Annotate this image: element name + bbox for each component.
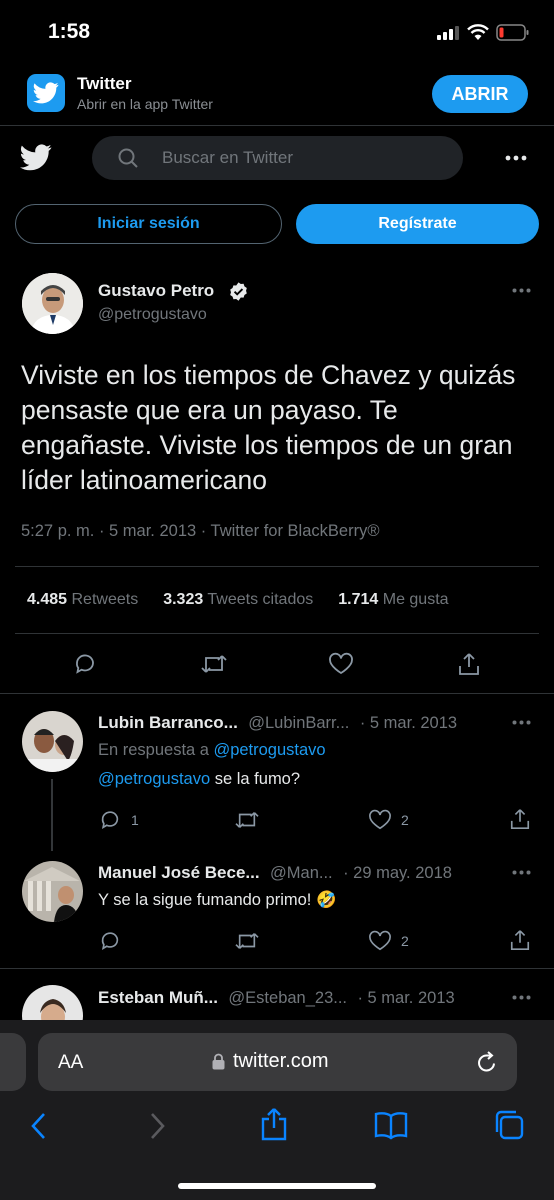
reply-to-link[interactable]: @petrogustavo (213, 741, 325, 759)
reply-avatar[interactable] (22, 861, 83, 922)
previous-tab[interactable] (0, 1033, 26, 1091)
share-sheet-icon[interactable] (259, 1106, 289, 1142)
stat-value: 3.323 (163, 591, 204, 608)
tabs-icon[interactable] (493, 1109, 525, 1141)
open-app-button[interactable]: ABRIR (432, 75, 528, 113)
like-icon[interactable] (368, 930, 392, 952)
search-icon (118, 148, 138, 168)
reply-date[interactable]: · 29 may. 2018 (343, 864, 452, 882)
divider (15, 566, 539, 567)
divider (0, 693, 554, 694)
author-avatar[interactable] (22, 273, 83, 334)
stat-retweets[interactable]: 4.485 Retweets (27, 591, 138, 609)
author-handle[interactable]: @petrogustavo (98, 306, 207, 324)
signup-button[interactable]: Regístrate (296, 204, 539, 244)
reply-text: Y se la sigue fumando primo! 🤣 (98, 891, 337, 909)
divider (15, 633, 539, 634)
signal-icon (437, 26, 459, 40)
tweet-stats: 4.485 Retweets 3.323 Tweets citados 1.71… (27, 591, 449, 609)
reply-more-icon[interactable] (512, 720, 531, 725)
thread-line (51, 779, 53, 851)
stat-likes[interactable]: 1.714 Me gusta (338, 591, 448, 609)
banner-title: Twitter (77, 74, 132, 93)
reader-options-button[interactable]: AA (58, 1052, 83, 1074)
status-time: 1:58 (48, 20, 91, 43)
reply-author-name[interactable]: Manuel José Bece... (98, 863, 260, 882)
reply-icon[interactable] (73, 652, 97, 676)
reply-date[interactable]: · 5 mar. 2013 (357, 989, 454, 1007)
stat-value: 1.714 (338, 591, 379, 608)
reply-icon[interactable] (99, 809, 121, 831)
reply-more-icon[interactable] (512, 995, 531, 1000)
stat-label: Me gusta (382, 591, 449, 608)
tweet-meta: 5:27 p. m. · 5 mar. 2013 · Twitter for B… (21, 522, 380, 540)
retweet-icon[interactable] (200, 652, 228, 676)
mention-link[interactable]: @petrogustavo (98, 770, 210, 788)
reply-header: Esteban Muñ... @Esteban_23... · 5 mar. 2… (98, 988, 455, 1008)
reply-author-name[interactable]: Lubin Barranco... (98, 713, 238, 732)
reply-text: @petrogustavo se la fumo? (98, 770, 300, 789)
verified-badge-icon (228, 281, 249, 302)
share-icon[interactable] (457, 651, 481, 677)
back-icon[interactable] (30, 1112, 46, 1140)
reply-icon[interactable] (99, 930, 121, 952)
reply-more-icon[interactable] (512, 870, 531, 875)
stat-value: 4.485 (27, 591, 68, 608)
more-options-icon[interactable] (505, 155, 527, 161)
home-indicator (178, 1183, 376, 1189)
share-icon[interactable] (509, 928, 531, 952)
like-icon[interactable] (328, 652, 354, 676)
reply-author-handle[interactable]: @LubinBarr... (248, 714, 349, 732)
twitter-logo-icon[interactable] (20, 144, 52, 171)
divider (0, 968, 554, 969)
like-count: 2 (401, 933, 409, 949)
tweet-text: Viviste en los tiempos de Chavez y quizá… (21, 360, 516, 495)
aa-label: AA (58, 1052, 84, 1073)
forward-icon[interactable] (150, 1112, 166, 1140)
reply-header: Manuel José Bece... @Man... · 29 may. 20… (98, 863, 452, 883)
share-icon[interactable] (509, 807, 531, 831)
stat-label: Tweets citados (207, 591, 314, 608)
author-name[interactable]: Gustavo Petro (98, 281, 214, 301)
reload-icon[interactable] (476, 1050, 498, 1074)
battery-icon (496, 24, 530, 41)
like-count: 2 (401, 812, 409, 828)
login-button[interactable]: Iniciar sesión (15, 204, 282, 244)
url-text[interactable]: twitter.com (233, 1050, 329, 1073)
reply-header: Lubin Barranco... @LubinBarr... · 5 mar.… (98, 713, 457, 733)
bookmarks-icon[interactable] (374, 1110, 408, 1140)
twitter-app-icon[interactable] (27, 74, 65, 112)
retweet-icon[interactable] (234, 930, 260, 952)
reply-avatar[interactable] (22, 711, 83, 772)
banner-subtitle: Abrir en la app Twitter (77, 96, 213, 112)
tweet-more-icon[interactable] (512, 288, 531, 293)
retweet-icon[interactable] (234, 809, 260, 831)
reply-author-name[interactable]: Esteban Muñ... (98, 988, 218, 1007)
stat-label: Retweets (71, 591, 139, 608)
reply-count: 1 (131, 812, 139, 828)
reply-date[interactable]: · 5 mar. 2013 (360, 714, 457, 732)
lock-icon (212, 1053, 225, 1070)
reply-to-prefix: En respuesta a (98, 741, 209, 759)
search-placeholder: Buscar en Twitter (162, 148, 294, 167)
stat-quotes[interactable]: 3.323 Tweets citados (163, 591, 313, 609)
like-icon[interactable] (368, 809, 392, 831)
reply-context: En respuesta a @petrogustavo (98, 741, 326, 760)
reply-author-handle[interactable]: @Man... (270, 864, 333, 882)
reply-body: se la fumo? (210, 770, 301, 788)
search-input[interactable]: Buscar en Twitter (92, 136, 463, 180)
wifi-icon (467, 24, 489, 41)
reply-author-handle[interactable]: @Esteban_23... (228, 989, 347, 1007)
